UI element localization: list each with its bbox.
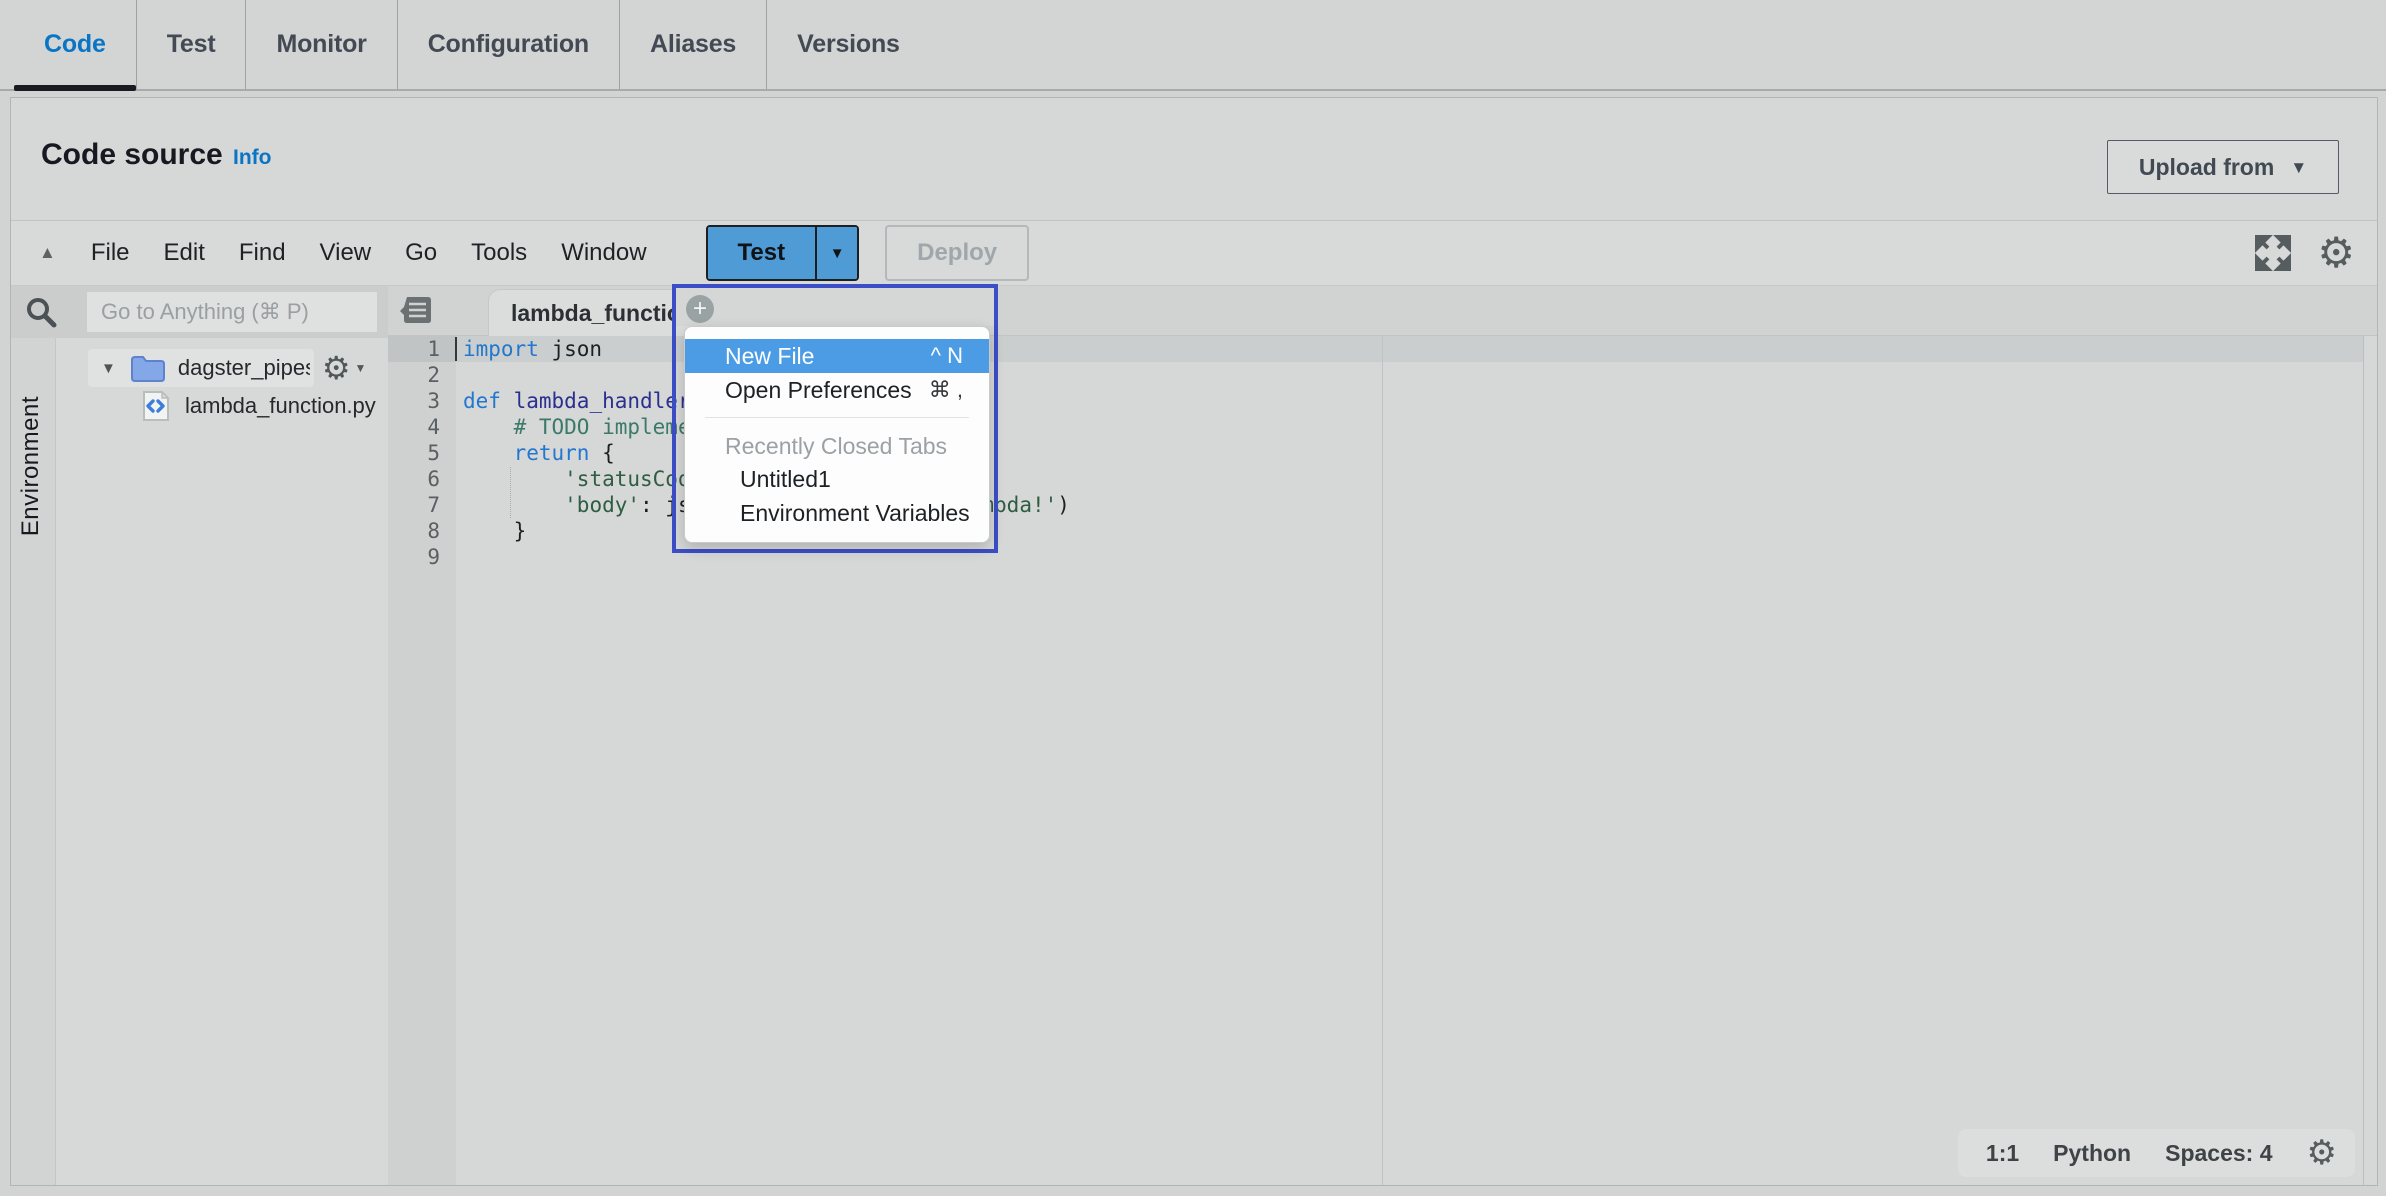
menu-item-shortcut: ⌘ , <box>929 377 963 403</box>
python-file-icon <box>141 390 171 422</box>
editor-statusbar: 1:1 Python Spaces: 4 ⚙ <box>1958 1129 2355 1177</box>
menu-edit[interactable]: Edit <box>147 239 222 267</box>
test-button[interactable]: Test <box>708 227 816 279</box>
menu-item-new-file[interactable]: New File ^ N <box>685 339 989 373</box>
line-number-gutter: 123456789 <box>388 336 456 1185</box>
indent-guide <box>510 467 511 518</box>
menu-view[interactable]: View <box>303 239 389 267</box>
menu-item-label: New File <box>725 343 814 370</box>
menu-go[interactable]: Go <box>388 239 454 267</box>
menu-separator <box>705 417 969 418</box>
recently-closed-tabs-label: Recently Closed Tabs <box>685 430 989 462</box>
tab-code[interactable]: Code <box>14 0 136 89</box>
caret-down-icon: ▼ <box>2290 159 2307 176</box>
editor-menubar: ▲ File Edit Find View Go Tools Window Te… <box>11 220 2377 286</box>
text-cursor <box>455 337 457 361</box>
function-tabs: Code Test Monitor Configuration Aliases … <box>0 0 2386 91</box>
line-number: 6 <box>388 466 456 492</box>
menubar-right-icons: ⚙ <box>2255 232 2377 274</box>
menu-find[interactable]: Find <box>222 239 303 267</box>
folder-name: dagster_pipes_funct <box>178 355 310 381</box>
file-name: lambda_function.py <box>185 393 376 419</box>
folder-icon <box>130 354 166 382</box>
info-link[interactable]: Info <box>233 146 271 170</box>
test-button-caret[interactable]: ▼ <box>815 227 857 279</box>
menu-window[interactable]: Window <box>544 239 663 267</box>
menu-item-environment-variables[interactable]: Environment Variables <box>685 496 989 530</box>
editor-content-region: Environment ▼ dagster_pipes_funct ⚙ ▼ <box>11 286 2377 1185</box>
statusbar-gear-icon[interactable]: ⚙ <box>2307 1136 2337 1170</box>
upload-from-button[interactable]: Upload from ▼ <box>2107 140 2339 194</box>
tree-row-file[interactable]: lambda_function.py <box>56 387 388 425</box>
menu-item-open-preferences[interactable]: Open Preferences ⌘ , <box>685 373 989 407</box>
menu-items: File Edit Find View Go Tools Window <box>74 239 664 267</box>
line-number: 5 <box>388 440 456 466</box>
tab-versions[interactable]: Versions <box>766 0 930 89</box>
menu-item-label: Open Preferences <box>725 377 912 404</box>
collapse-panel-icon[interactable]: ▲ <box>39 243 56 263</box>
language-mode[interactable]: Python <box>2053 1140 2131 1167</box>
code-source-header: Code source Info Upload from ▼ <box>11 98 2377 220</box>
line-number: 7 <box>388 492 456 518</box>
line-number: 2 <box>388 362 456 388</box>
tab-aliases[interactable]: Aliases <box>619 0 766 89</box>
upload-from-label: Upload from <box>2139 154 2274 181</box>
code-source-card: Code source Info Upload from ▼ ▲ File Ed… <box>10 97 2378 1186</box>
menu-file[interactable]: File <box>74 239 147 267</box>
tree-settings-caret-icon[interactable]: ▼ <box>355 361 367 375</box>
menu-item-shortcut: ^ N <box>931 343 963 369</box>
menu-tools[interactable]: Tools <box>454 239 544 267</box>
print-margin-ruler <box>1382 336 1383 1185</box>
line-number: 3 <box>388 388 456 414</box>
line-number: 8 <box>388 518 456 544</box>
spaces-setting[interactable]: Spaces: 4 <box>2165 1140 2272 1167</box>
deploy-button[interactable]: Deploy <box>885 225 1029 281</box>
line-number: 1 <box>388 336 456 362</box>
environment-tab-strip: Environment <box>11 338 56 1185</box>
page-title: Code source <box>41 138 223 172</box>
goto-anything-input[interactable] <box>87 292 377 332</box>
line-number: 4 <box>388 414 456 440</box>
fullscreen-icon[interactable] <box>2255 235 2291 271</box>
dropdown-topstrip: + <box>676 288 994 326</box>
editor-right-edge <box>2363 336 2364 1185</box>
file-tree-panel: ▼ dagster_pipes_funct ⚙ ▼ lambda_functio… <box>56 338 388 1185</box>
folder-disclosure-icon[interactable]: ▼ <box>101 360 116 377</box>
goto-anything-band <box>11 286 388 338</box>
test-split-button: Test ▼ <box>706 225 860 281</box>
plus-icon[interactable]: + <box>686 295 714 323</box>
tab-monitor[interactable]: Monitor <box>245 0 396 89</box>
environment-tab[interactable]: Environment <box>17 396 45 536</box>
tab-configuration[interactable]: Configuration <box>397 0 619 89</box>
editor-tab-label: lambda_function <box>511 300 695 327</box>
editor-settings-gear-icon[interactable]: ⚙ <box>2317 232 2355 274</box>
tab-test[interactable]: Test <box>136 0 246 89</box>
search-icon[interactable] <box>25 296 57 328</box>
menu-item-untitled1[interactable]: Untitled1 <box>685 462 989 496</box>
cursor-position[interactable]: 1:1 <box>1986 1140 2019 1167</box>
dropdown-menu: New File ^ N Open Preferences ⌘ , Recent… <box>684 326 990 543</box>
tab-list-icon[interactable] <box>399 295 432 325</box>
tree-row-folder[interactable]: ▼ dagster_pipes_funct ⚙ ▼ <box>56 349 388 387</box>
new-tab-dropdown: + New File ^ N Open Preferences ⌘ , Rece… <box>672 284 998 553</box>
line-number: 9 <box>388 544 456 570</box>
tree-settings-gear-icon[interactable]: ⚙ <box>322 352 351 384</box>
